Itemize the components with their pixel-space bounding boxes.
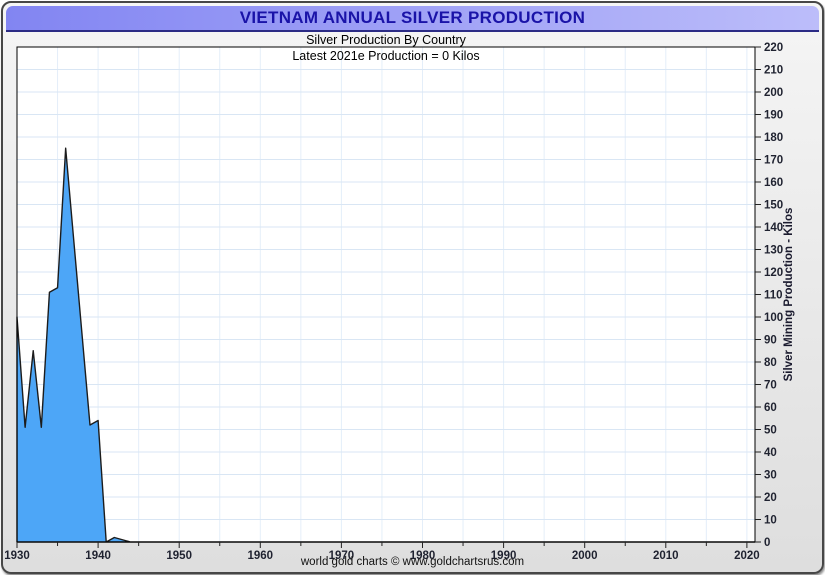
y-tick-label: 70 (764, 380, 777, 392)
latest-production-annotation: Latest 2021e Production = 0 Kilos (17, 49, 755, 63)
y-tick-label: 40 (764, 447, 777, 459)
y-tick-label: 0 (764, 537, 770, 549)
y-tick-label: 110 (764, 290, 783, 302)
y-tick-label: 170 (764, 155, 783, 167)
copyright-footer: world gold charts © www.goldchartsrus.co… (3, 556, 822, 568)
y-tick-label: 30 (764, 470, 777, 482)
y-tick-label: 200 (764, 87, 783, 99)
y-tick-label: 10 (764, 515, 777, 527)
y-tick-label: 90 (764, 335, 777, 347)
chart-window: VIETNAM ANNUAL SILVER PRODUCTION Silver … (1, 1, 824, 574)
y-tick-label: 80 (764, 357, 777, 369)
y-tick-label: 210 (764, 65, 783, 77)
y-tick-label: 50 (764, 425, 777, 437)
chart-canvas: 1930194019501960197019801990200020102020… (3, 3, 824, 574)
y-tick-label: 130 (764, 245, 783, 257)
y-tick-label: 190 (764, 110, 783, 122)
y-tick-label: 140 (764, 222, 783, 234)
y-tick-label: 150 (764, 200, 783, 212)
y-tick-label: 120 (764, 267, 783, 279)
y-axis-title: Silver Mining Production - Kilos (783, 208, 795, 382)
y-tick-label: 60 (764, 402, 777, 414)
y-tick-label: 160 (764, 177, 783, 189)
y-tick-label: 180 (764, 132, 783, 144)
y-tick-label: 20 (764, 492, 777, 504)
y-tick-label: 220 (764, 42, 783, 54)
y-tick-label: 100 (764, 312, 783, 324)
